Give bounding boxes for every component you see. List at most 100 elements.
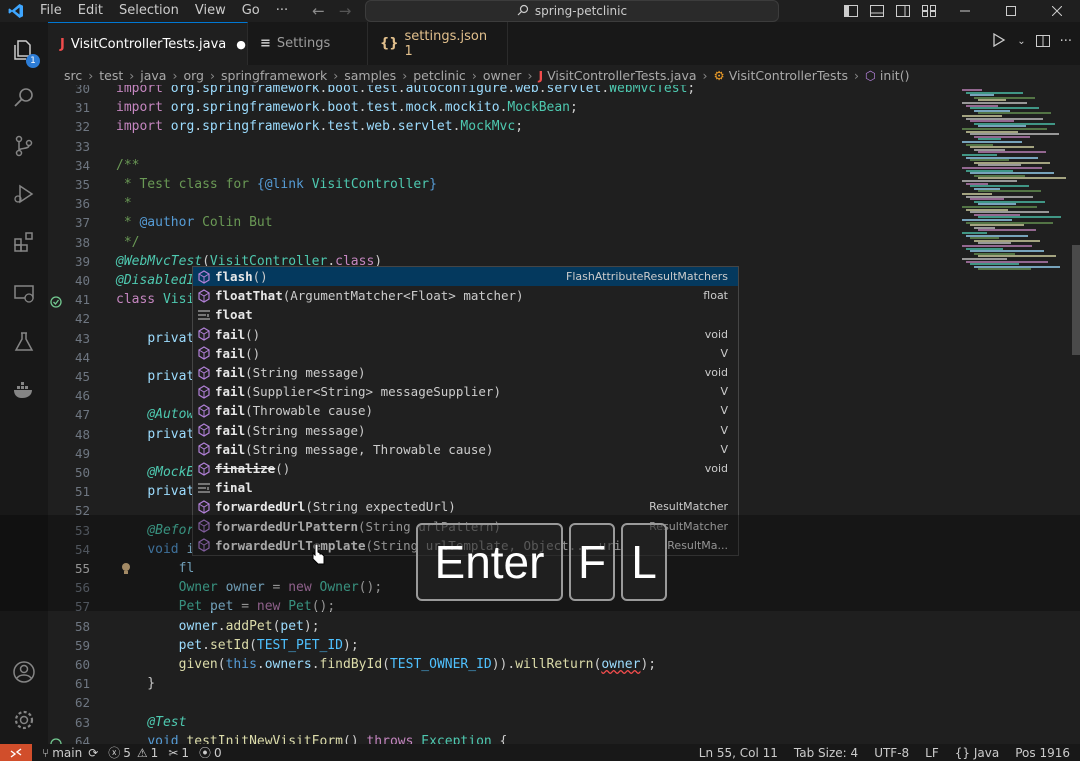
code-line[interactable]: @Test — [116, 713, 186, 732]
toggle-panel-icon[interactable] — [864, 0, 890, 22]
breadcrumb-item[interactable]: springframework — [221, 68, 327, 83]
unsaved-dot-icon[interactable]: ● — [236, 38, 246, 51]
chevron-down-icon[interactable]: ⌄ — [1017, 36, 1025, 47]
vertical-scrollbar[interactable] — [1072, 245, 1080, 355]
suggestion-item[interactable]: fail (String message) void — [193, 363, 738, 382]
suggestion-item[interactable]: fail (String message, Throwable cause) V — [193, 440, 738, 459]
ai-status[interactable]: ⦿ 0 — [199, 744, 222, 761]
code-line[interactable]: import org.springframework.test.web.serv… — [116, 117, 523, 136]
menu-go[interactable]: Go — [234, 0, 268, 22]
code-editor[interactable]: 30 31 32 33 34 35 36 37 38 39 40 41 42 43 44 45 46 47 48 49… — [48, 85, 1080, 744]
suggestion-item[interactable]: forwardedUrl (String expectedUrl) ResultMa… — [193, 497, 738, 516]
breadcrumb-item[interactable]: VisitControllerTests.java — [547, 68, 696, 83]
suggestion-item[interactable]: fail (Throwable cause) V — [193, 401, 738, 420]
position-offset[interactable]: Pos 1916 — [1015, 746, 1070, 760]
menu-more[interactable]: ··· — [268, 0, 296, 22]
breadcrumb-item[interactable]: test — [99, 68, 123, 83]
minimize-icon[interactable] — [942, 0, 988, 22]
code-line[interactable]: import org.springframework.boot.test.moc… — [116, 98, 578, 117]
code-line[interactable]: */ — [116, 233, 140, 252]
more-actions-icon[interactable]: ··· — [1060, 34, 1072, 49]
menu-file[interactable]: File — [32, 0, 70, 22]
back-arrow-icon[interactable]: ← — [312, 2, 325, 20]
test-passed-icon[interactable] — [50, 293, 62, 312]
problems-status[interactable]: ⓧ 5 ⚠ 1 — [108, 744, 158, 761]
suggestion-name: fail — [215, 384, 246, 400]
search-icon[interactable] — [0, 74, 48, 122]
code-line[interactable]: @DisabledI — [116, 271, 194, 290]
suggestion-item[interactable]: float — [193, 305, 738, 324]
code-line[interactable]: import org.springframework.boot.test.aut… — [116, 85, 695, 98]
source-control-icon[interactable] — [0, 122, 48, 170]
breadcrumb-item[interactable]: owner — [483, 68, 522, 83]
breadcrumb-item[interactable]: src — [64, 68, 82, 83]
run-java-icon[interactable] — [991, 32, 1007, 51]
ports-status[interactable]: ✂ 1 — [168, 746, 189, 760]
breadcrumb-item[interactable]: samples — [344, 68, 396, 83]
suggestion-item[interactable]: final — [193, 478, 738, 497]
encoding[interactable]: UTF-8 — [874, 746, 909, 760]
code-line[interactable]: owner.addPet(pet); — [116, 617, 320, 636]
tab-visitcontrollertests[interactable]: J VisitControllerTests.java ● — [48, 22, 248, 65]
language-mode[interactable]: {} Java — [955, 746, 999, 760]
tab-size[interactable]: Tab Size: 4 — [794, 746, 858, 760]
suggestion-item[interactable]: fail() V — [193, 344, 738, 363]
docker-icon[interactable] — [0, 366, 48, 414]
accounts-icon[interactable] — [0, 648, 48, 696]
maximize-icon[interactable] — [988, 0, 1034, 22]
code-line[interactable]: privat — [116, 425, 194, 444]
cursor-position[interactable]: Ln 55, Col 11 — [699, 746, 778, 760]
settings-gear-icon[interactable] — [0, 696, 48, 744]
code-line[interactable]: privat — [116, 367, 194, 386]
suggestion-item[interactable]: flash() FlashAttributeResultMatchers — [193, 267, 738, 287]
class-symbol-icon: ⚙ — [713, 67, 725, 83]
minimap[interactable] — [958, 85, 1068, 744]
breadcrumb-item[interactable]: java — [140, 68, 166, 83]
code-line[interactable]: } — [116, 674, 155, 693]
toggle-secondary-sidebar-icon[interactable] — [890, 0, 916, 22]
forward-arrow-icon[interactable]: → — [339, 2, 352, 20]
suggestion-item[interactable]: fail (String message) V — [193, 421, 738, 440]
code-line[interactable]: * Test class for {@link VisitController} — [116, 175, 437, 194]
code-line[interactable]: void testInitNewVisitForm() throws Excep… — [116, 732, 507, 744]
code-line[interactable]: @Autow — [116, 405, 194, 424]
breadcrumb-item[interactable]: init() — [880, 68, 910, 83]
code-line[interactable]: privat — [116, 329, 194, 348]
test-passed-icon[interactable] — [50, 735, 62, 744]
breadcrumb-item[interactable]: org — [183, 68, 204, 83]
menu-view[interactable]: View — [187, 0, 234, 22]
branch-status[interactable]: ⑂ main ⟳ — [42, 746, 98, 760]
code-line[interactable]: * @author Colin But — [116, 213, 273, 232]
code-line[interactable]: @MockB — [116, 463, 194, 482]
testing-icon[interactable] — [0, 318, 48, 366]
extensions-icon[interactable] — [0, 218, 48, 266]
line-ending[interactable]: LF — [925, 746, 939, 760]
tab-settings-json[interactable]: {} settings.json 1 — [368, 22, 508, 65]
run-debug-icon[interactable] — [0, 170, 48, 218]
remote-explorer-icon[interactable] — [0, 270, 48, 318]
suggestion-item[interactable]: fail (Supplier<String> messageSupplier) V — [193, 382, 738, 401]
breadcrumb-item[interactable]: petclinic — [413, 68, 466, 83]
remote-indicator-icon[interactable] — [0, 744, 32, 761]
breadcrumb-item[interactable]: VisitControllerTests — [729, 68, 848, 83]
command-center-search[interactable]: spring-petclinic — [365, 0, 779, 22]
split-editor-icon[interactable] — [1035, 32, 1050, 51]
toggle-primary-sidebar-icon[interactable] — [838, 0, 864, 22]
explorer-icon[interactable]: 1 — [0, 26, 48, 74]
menu-edit[interactable]: Edit — [70, 0, 111, 22]
code-line[interactable]: pet.setId(TEST_PET_ID); — [116, 636, 359, 655]
code-line[interactable]: given(this.owners.findById(TEST_OWNER_ID… — [116, 655, 657, 674]
suggestion-item[interactable]: floatThat (ArgumentMatcher<Float> matcher… — [193, 286, 738, 305]
suggestion-item[interactable]: finalize() void — [193, 459, 738, 478]
code-line[interactable]: /** — [116, 156, 139, 175]
code-line[interactable]: * — [116, 194, 132, 213]
autocomplete-suggestion-list[interactable]: flash() FlashAttributeResultMatchers float… — [192, 266, 739, 556]
code-line[interactable]: privat — [116, 482, 194, 501]
close-icon[interactable] — [1034, 0, 1080, 22]
suggestion-item[interactable]: fail() void — [193, 325, 738, 344]
customize-layout-icon[interactable] — [916, 0, 942, 22]
code-line[interactable]: class Visi — [116, 290, 194, 309]
menu-selection[interactable]: Selection — [111, 0, 187, 22]
tab-settings[interactable]: ≡ Settings — [248, 22, 368, 65]
sync-icon[interactable]: ⟳ — [88, 746, 98, 760]
